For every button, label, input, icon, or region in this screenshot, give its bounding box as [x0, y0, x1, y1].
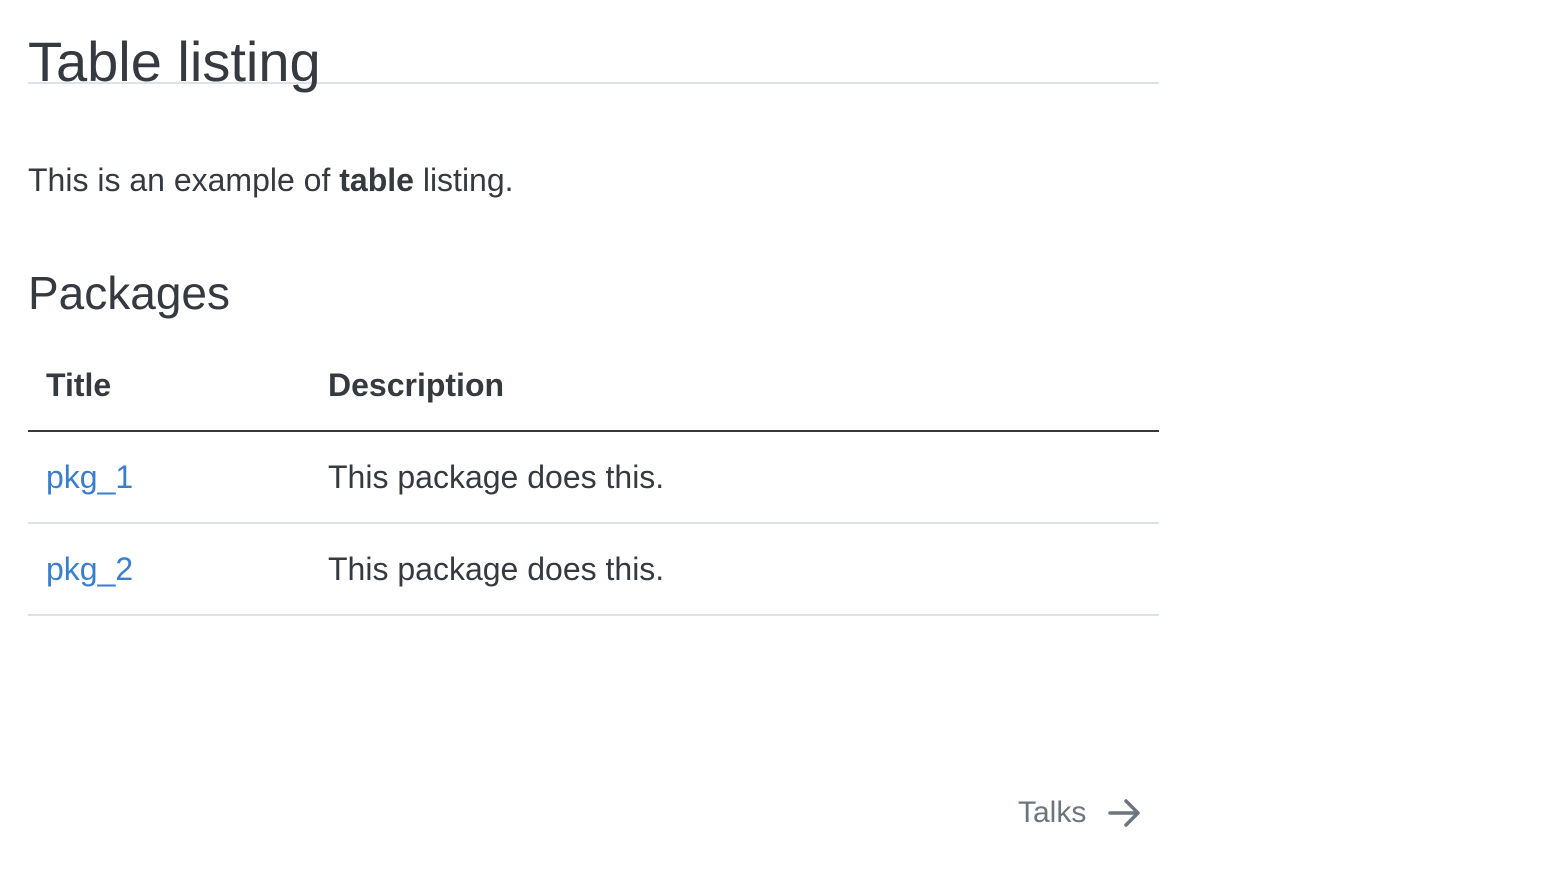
column-header-title[interactable]: Title — [28, 340, 310, 432]
next-page-label: Talks — [1018, 796, 1087, 829]
intro-paragraph: This is an example of table listing. — [28, 158, 514, 202]
table-cell-title: pkg_1 — [28, 431, 310, 524]
section-heading-packages: Packages — [28, 267, 231, 319]
page-title: Table listing — [28, 0, 1159, 93]
table-header-row: Title Description — [28, 340, 1159, 432]
intro-text-bold: table — [339, 162, 414, 198]
table-cell-description: This package does this. — [310, 431, 1159, 524]
table-row: pkg_2 This package does this. — [28, 523, 1159, 616]
table-row: pkg_1 This package does this. — [28, 431, 1159, 524]
column-header-description[interactable]: Description — [310, 340, 1159, 432]
package-link[interactable]: pkg_1 — [46, 459, 133, 495]
package-link[interactable]: pkg_2 — [46, 551, 133, 587]
intro-text-after: listing. — [413, 162, 514, 198]
packages-table: Title Description pkg_1 This package doe… — [28, 340, 1159, 616]
intro-text-before: This is an example of — [28, 162, 340, 198]
arrow-right-icon — [1108, 798, 1142, 828]
next-page-link[interactable]: Talks — [1018, 796, 1142, 830]
table-cell-description: This package does this. — [310, 523, 1159, 616]
main-content: Table listing This is an example of tabl… — [28, 0, 1159, 616]
table-cell-title: pkg_2 — [28, 523, 310, 616]
